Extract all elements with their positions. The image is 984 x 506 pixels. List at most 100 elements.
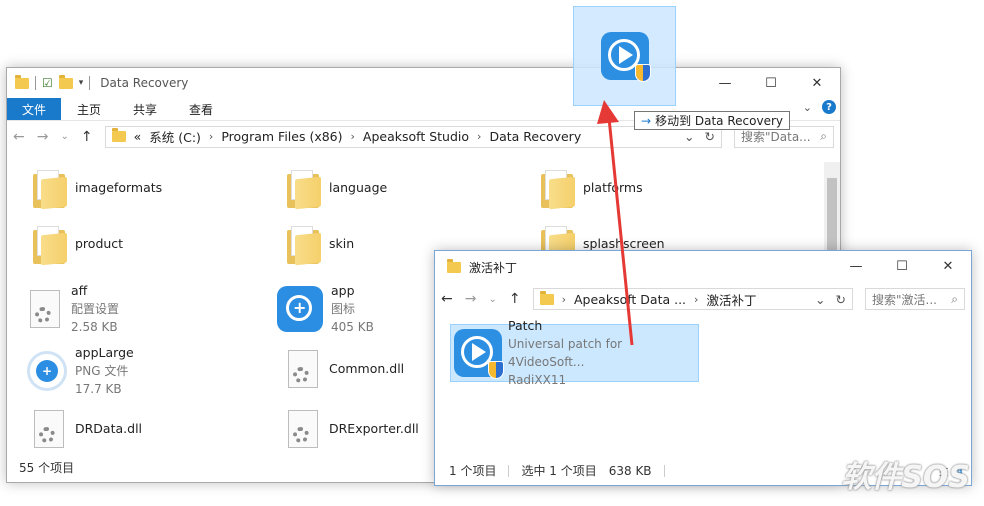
- refresh-icon[interactable]: ↻: [705, 129, 715, 144]
- folder-icon: [31, 168, 67, 210]
- properties-icon[interactable]: ☑: [42, 76, 53, 90]
- move-arrow-icon: →: [641, 113, 652, 128]
- list-item[interactable]: platforms: [539, 168, 643, 210]
- close-button[interactable]: ✕: [925, 251, 971, 281]
- recent-chevron-icon[interactable]: ⌄: [60, 131, 68, 142]
- list-item[interactable]: + appLarge PNG 文件 17.7 KB: [27, 344, 134, 398]
- dll-file-icon: [288, 410, 318, 448]
- close-button[interactable]: ✕: [794, 68, 840, 98]
- dll-file-icon: [288, 350, 318, 388]
- tab-view[interactable]: 查看: [173, 98, 229, 120]
- item-size: 17.7 KB: [75, 382, 122, 396]
- chevron-down-icon[interactable]: ▾: [79, 78, 84, 88]
- expand-ribbon-icon[interactable]: ⌄: [803, 101, 812, 114]
- ribbon-right: ⌄ ?: [803, 100, 836, 114]
- item-name: product: [75, 236, 124, 251]
- refresh-icon[interactable]: ↻: [836, 292, 846, 307]
- item-name: skin: [329, 236, 355, 251]
- tab-file[interactable]: 文件: [7, 98, 62, 120]
- title-bar[interactable]: 激活补丁 — ☐ ✕: [435, 251, 971, 283]
- forward-arrow-icon[interactable]: →: [37, 129, 49, 145]
- item-name: DRData.dll: [75, 421, 143, 436]
- item-type: PNG 文件: [75, 364, 129, 378]
- address-prefix[interactable]: «: [134, 129, 142, 144]
- list-item[interactable]: language: [285, 168, 388, 210]
- chevron-right-icon[interactable]: ›: [209, 130, 213, 143]
- back-arrow-icon[interactable]: ←: [13, 129, 25, 145]
- back-arrow-icon[interactable]: ←: [441, 291, 453, 307]
- breadcrumb-segment[interactable]: 激活补丁: [706, 290, 756, 309]
- search-placeholder: 搜索"Data...: [741, 130, 811, 144]
- folder-icon: [111, 128, 126, 142]
- divider: [663, 464, 665, 477]
- app-large-icon: +: [27, 351, 67, 391]
- item-type: 图标: [331, 302, 356, 316]
- help-icon[interactable]: ?: [822, 100, 836, 114]
- breadcrumb-segment[interactable]: Apeaksoft Data ...: [574, 292, 686, 307]
- explorer-window-patch: 激活补丁 — ☐ ✕ ← → ⌄ ↑ › Apeaksoft Data ... …: [434, 250, 972, 486]
- list-item[interactable]: Common.dll: [285, 350, 404, 388]
- address-bar[interactable]: « 系统 (C:) › Program Files (x86) › Apeaks…: [104, 125, 722, 148]
- breadcrumb-segment[interactable]: Program Files (x86): [221, 129, 342, 144]
- tab-share[interactable]: 共享: [117, 98, 173, 120]
- chevron-right-icon[interactable]: ›: [562, 293, 566, 306]
- search-icon: ⌕: [951, 291, 958, 306]
- list-item[interactable]: + app 图标 405 KB: [277, 282, 374, 336]
- chevron-down-icon[interactable]: ⌄: [815, 292, 825, 307]
- search-placeholder: 搜索"激活...: [872, 292, 937, 307]
- chevron-right-icon[interactable]: ›: [351, 130, 355, 143]
- status-item-count: 1 个项目: [449, 464, 497, 478]
- drag-tooltip-text: 移动到 Data Recovery: [655, 114, 783, 128]
- chevron-right-icon[interactable]: ›: [477, 130, 481, 143]
- play-shield-icon: [600, 32, 651, 82]
- address-bar[interactable]: › Apeaksoft Data ... › 激活补丁 ⌄ ↻: [532, 288, 853, 310]
- up-arrow-icon[interactable]: ↑: [509, 291, 521, 307]
- list-item[interactable]: imageformats: [31, 168, 163, 210]
- minimize-button[interactable]: —: [833, 251, 879, 281]
- item-name: appLarge: [75, 345, 134, 360]
- item-name: language: [329, 180, 388, 195]
- item-name: imageformats: [75, 180, 163, 195]
- item-name: DRExporter.dll: [329, 421, 419, 436]
- search-input[interactable]: 搜索"激活... ⌕: [865, 288, 965, 310]
- list-item[interactable]: aff 配置设置 2.58 KB: [27, 282, 119, 336]
- forward-arrow-icon[interactable]: →: [465, 291, 477, 307]
- quick-access-toolbar: ☑ ▾: [7, 74, 91, 90]
- address-tail: ⌄ ↻: [815, 292, 846, 307]
- window-title: 激活补丁: [469, 260, 518, 275]
- list-item[interactable]: DRExporter.dll: [285, 410, 419, 448]
- folder-icon: [285, 168, 321, 210]
- folder-icon: [31, 224, 67, 266]
- folder-icon: [285, 224, 321, 266]
- window-controls: — ☐ ✕: [833, 251, 971, 281]
- tab-home[interactable]: 主页: [61, 98, 117, 120]
- breadcrumb-segment[interactable]: Data Recovery: [489, 129, 581, 144]
- new-folder-icon[interactable]: [58, 74, 73, 89]
- chevron-down-icon[interactable]: ⌄: [684, 129, 694, 144]
- item-name: app: [331, 283, 355, 298]
- list-item[interactable]: DRData.dll: [31, 410, 142, 448]
- window-controls: — ☐ ✕: [702, 68, 840, 98]
- chevron-right-icon[interactable]: ›: [694, 293, 698, 306]
- list-item[interactable]: skin: [285, 224, 355, 266]
- settings-file-icon: [30, 290, 60, 328]
- divider: [89, 76, 91, 90]
- maximize-button[interactable]: ☐: [748, 68, 794, 98]
- status-bar: 1 个项目 选中 1 个项目 638 KB: [449, 462, 665, 479]
- patch-file-item[interactable]: Patch Universal patch for 4VideoSoft... …: [450, 318, 699, 387]
- folder-icon: [539, 168, 575, 210]
- dll-file-icon: [34, 410, 64, 448]
- minimize-button[interactable]: —: [702, 68, 748, 98]
- item-description: Universal patch for 4VideoSoft...: [508, 337, 623, 369]
- item-size: 2.58 KB: [71, 320, 118, 334]
- maximize-button[interactable]: ☐: [879, 251, 925, 281]
- list-item[interactable]: product: [31, 224, 124, 266]
- item-author: RadiXX11: [508, 373, 567, 387]
- title-bar[interactable]: ☑ ▾ Data Recovery — ☐ ✕: [7, 68, 840, 98]
- up-arrow-icon[interactable]: ↑: [81, 129, 93, 145]
- breadcrumb-segment[interactable]: Apeaksoft Studio: [363, 129, 469, 144]
- recent-chevron-icon[interactable]: ⌄: [488, 294, 496, 305]
- status-item-count: 55 个项目: [19, 461, 75, 475]
- breadcrumb-segment[interactable]: 系统 (C:): [149, 127, 201, 146]
- folder-icon: [15, 74, 29, 89]
